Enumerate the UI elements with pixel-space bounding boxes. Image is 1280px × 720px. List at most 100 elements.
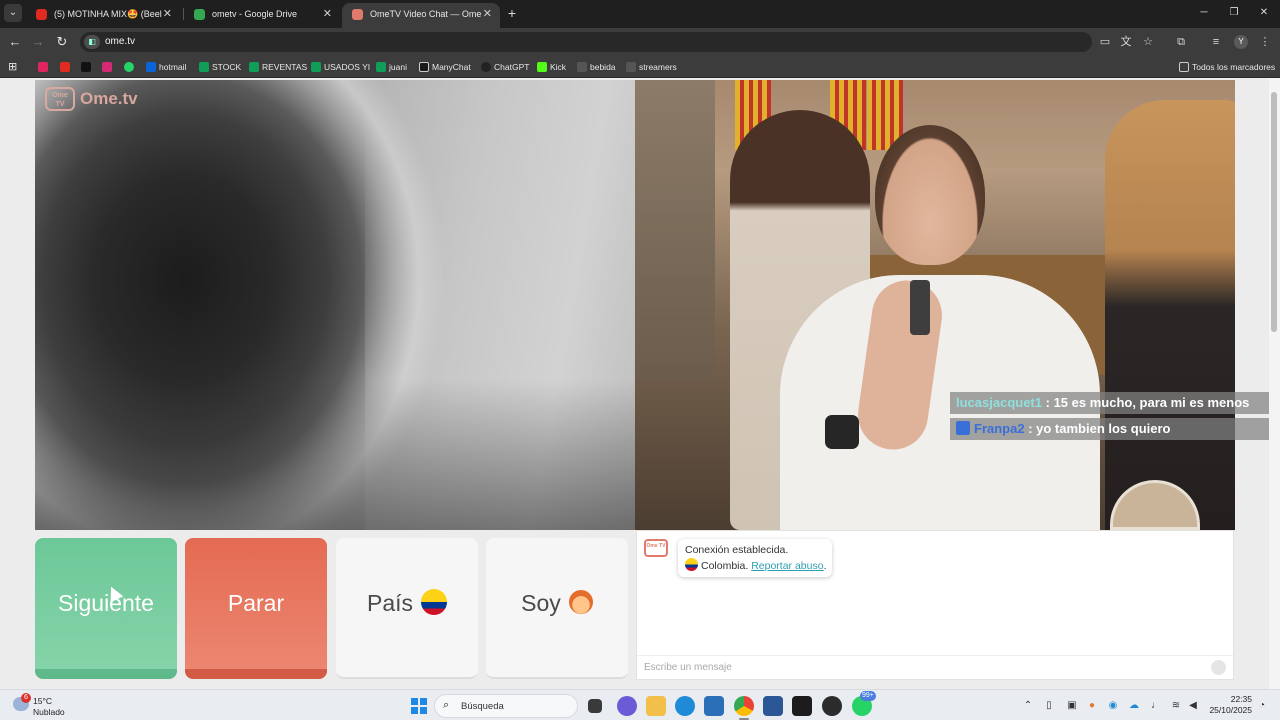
- report-suffix: .: [823, 560, 827, 572]
- bookmarks-bar: ⊞ hotmail STOCK REVENTAS USADOS YI juani…: [0, 56, 1280, 78]
- subscriber-badge-icon: [956, 421, 970, 435]
- whatsapp-icon: [124, 62, 134, 72]
- menu-icon[interactable]: ⋮: [1257, 34, 1273, 50]
- weather-widget[interactable]: 6 15°C Nublado: [11, 693, 71, 719]
- bookmark-bebida[interactable]: bebida: [577, 60, 616, 74]
- close-tab-icon[interactable]: ✕: [483, 3, 492, 25]
- bookmark-item[interactable]: [102, 60, 115, 74]
- volume-icon[interactable]: ◀: [1187, 700, 1199, 712]
- youtube-icon: [60, 62, 70, 72]
- chrome-icon[interactable]: [734, 696, 754, 716]
- ometv-favicon-icon: [352, 9, 363, 20]
- file-explorer-icon[interactable]: [646, 696, 666, 716]
- media-control-icon[interactable]: ≡: [1208, 34, 1224, 50]
- bookmark-item[interactable]: [38, 60, 51, 74]
- onedrive-icon[interactable]: ☁: [1128, 700, 1140, 712]
- bookmark-label: juani: [389, 62, 407, 72]
- bookmark-label: Kick: [550, 62, 567, 72]
- bookmark-usados[interactable]: USADOS YI: [311, 60, 370, 74]
- forward-button[interactable]: →: [29, 33, 47, 51]
- ometv-tv-icon: Ome TV: [45, 87, 75, 111]
- smartwatch: [825, 415, 859, 449]
- cast-icon[interactable]: ▭: [1097, 34, 1113, 50]
- bookmark-item[interactable]: [60, 60, 73, 74]
- next-button[interactable]: Siguiente: [35, 538, 177, 679]
- sheets-icon: [311, 62, 321, 72]
- close-tab-icon[interactable]: ✕: [163, 3, 172, 25]
- minimize-button[interactable]: ─: [1194, 4, 1214, 22]
- emoji-icon[interactable]: [1211, 660, 1226, 675]
- bookmark-label: ChatGPT: [494, 62, 530, 72]
- tab-title: (5) MOTINHA MIX🤩 (Beel: [54, 9, 162, 19]
- word-icon[interactable]: [763, 696, 783, 716]
- ometv-chat-avatar-icon: Ome TV: [644, 539, 668, 557]
- translate-icon[interactable]: 文: [1118, 34, 1134, 50]
- bookmark-star-icon[interactable]: ☆: [1140, 34, 1156, 50]
- tab-ometv[interactable]: OmeTV Video Chat — Ome ✕: [342, 3, 500, 28]
- camera-shade: [35, 380, 635, 530]
- system-clock[interactable]: 22:35 25/10/2025: [1207, 694, 1252, 716]
- bookmark-favicon-icon: [38, 62, 48, 72]
- bookmark-item[interactable]: [81, 60, 94, 74]
- browser-toolbar: ← → ↻ ◧ ome.tv ▭ 文 ☆ ⧉ ≡ Y ⋮: [0, 28, 1280, 56]
- all-bookmarks-folder[interactable]: Todos los marcadores: [1179, 60, 1275, 74]
- capcut-icon[interactable]: [792, 696, 812, 716]
- bookmark-kick[interactable]: Kick: [537, 60, 566, 74]
- avast-icon[interactable]: ●: [1086, 700, 1098, 712]
- store-icon[interactable]: [704, 696, 724, 716]
- logo-text: Ome.tv: [80, 89, 138, 108]
- stranger-camera-video: [635, 80, 1235, 530]
- show-hidden-icons[interactable]: ⌃: [1022, 700, 1034, 712]
- app-tray-icon[interactable]: ◉: [1107, 700, 1119, 712]
- microphone-icon[interactable]: ♩: [1150, 700, 1162, 712]
- message-input[interactable]: Escribe un mensaje: [637, 655, 1233, 679]
- report-abuse-link[interactable]: Reportar abuso: [751, 560, 823, 572]
- tab-search-button[interactable]: ⌄: [4, 4, 22, 22]
- edge-icon[interactable]: [675, 696, 695, 716]
- clock-date: 25/10/2025: [1209, 705, 1252, 715]
- extensions-icon[interactable]: ⧉: [1173, 34, 1189, 50]
- scrollbar-thumb[interactable]: [1271, 92, 1277, 332]
- bookmark-stock[interactable]: STOCK: [199, 60, 241, 74]
- bookmark-item[interactable]: [124, 60, 137, 74]
- tab-title: OmeTV Video Chat — Ome: [370, 9, 482, 19]
- page-scrollbar[interactable]: [1269, 78, 1280, 689]
- bookmark-label: bebida: [590, 62, 616, 72]
- country-filter-button[interactable]: País: [336, 538, 478, 679]
- tab-youtube[interactable]: (5) MOTINHA MIX🤩 (Beel ✕: [26, 3, 180, 28]
- bookmark-streamers[interactable]: streamers: [626, 60, 677, 74]
- message-placeholder: Escribe un mensaje: [644, 662, 732, 673]
- chat-message: : yo tambien los quiero: [1028, 421, 1171, 436]
- obs-icon[interactable]: [822, 696, 842, 716]
- new-tab-button[interactable]: +: [505, 4, 519, 22]
- bookmark-hotmail[interactable]: hotmail: [146, 60, 186, 74]
- address-bar[interactable]: ◧ ome.tv: [80, 32, 1092, 52]
- bookmark-manychat[interactable]: ManyChat: [419, 60, 471, 74]
- gender-filter-button[interactable]: Soy: [486, 538, 628, 679]
- windows-start-icon[interactable]: [411, 698, 427, 714]
- bookmark-label: REVENTAS: [262, 62, 308, 72]
- reload-button[interactable]: ↻: [53, 33, 71, 51]
- site-info-icon[interactable]: ◧: [84, 35, 100, 49]
- profile-avatar[interactable]: Y: [1234, 35, 1248, 49]
- bookmark-chatgpt[interactable]: ChatGPT: [481, 60, 529, 74]
- folder-icon: [1179, 62, 1189, 72]
- tab-title: ometv - Google Drive: [212, 9, 298, 19]
- close-window-button[interactable]: ✕: [1254, 4, 1274, 22]
- whatsapp-icon[interactable]: 99+: [852, 691, 876, 716]
- bookmark-juani[interactable]: juani: [376, 60, 407, 74]
- back-button[interactable]: ←: [6, 33, 24, 51]
- teams-icon[interactable]: ▣: [1066, 700, 1078, 712]
- task-view-icon[interactable]: [588, 699, 602, 713]
- restore-button[interactable]: ❐: [1224, 4, 1244, 22]
- stop-button[interactable]: Parar: [185, 538, 327, 679]
- notification-bell-icon[interactable]: ◔: [1256, 700, 1268, 712]
- tab-google-drive[interactable]: ometv - Google Drive ✕: [184, 3, 340, 28]
- usb-icon[interactable]: ▯: [1043, 700, 1055, 712]
- copilot-icon[interactable]: [617, 696, 637, 716]
- taskbar-search[interactable]: ⌕ Búsqueda: [434, 694, 578, 718]
- close-tab-icon[interactable]: ✕: [323, 3, 332, 25]
- bookmark-reventas[interactable]: REVENTAS: [249, 60, 307, 74]
- apps-grid-icon[interactable]: ⊞: [8, 60, 17, 74]
- wifi-icon[interactable]: ≋: [1170, 700, 1182, 712]
